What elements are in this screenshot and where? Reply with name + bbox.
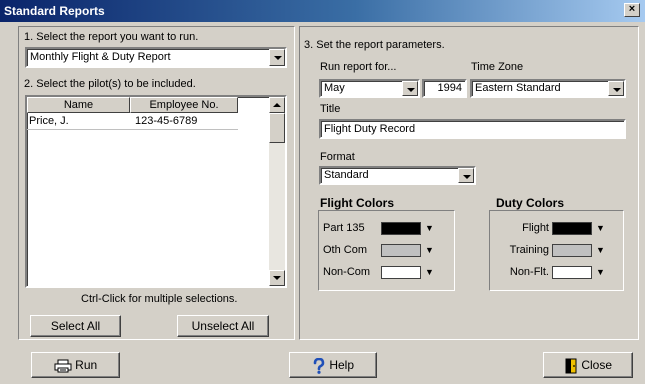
chevron-down-icon[interactable]: ▼: [596, 223, 605, 233]
close-icon[interactable]: ×: [624, 3, 640, 17]
year-value: 1994: [437, 82, 462, 94]
duty-colors-group: Flight ▼ Training ▼ Non-Flt. ▼: [489, 210, 624, 291]
report-select-value: Monthly Flight & Duty Report: [30, 51, 171, 63]
duty-color-row-training[interactable]: Training ▼: [490, 242, 623, 260]
run-button[interactable]: Run: [31, 352, 120, 378]
unselect-all-button[interactable]: Unselect All: [177, 315, 269, 337]
color-swatch[interactable]: [552, 266, 592, 279]
month-value: May: [324, 82, 345, 94]
chevron-down-icon[interactable]: [269, 49, 285, 66]
duty-colors-heading: Duty Colors: [496, 196, 565, 210]
pilot-name-cell: Price, J.: [29, 115, 69, 127]
flight-colors-group: Part 135 ▼ Oth Com ▼ Non-Com ▼: [318, 210, 455, 291]
chevron-down-icon[interactable]: [402, 81, 418, 96]
color-swatch[interactable]: [381, 244, 421, 257]
duty-color-row-flight[interactable]: Flight ▼: [490, 220, 623, 238]
flight-colors-heading: Flight Colors: [320, 196, 394, 210]
help-button[interactable]: Help: [289, 352, 377, 378]
close-button[interactable]: Close: [543, 352, 633, 378]
flight-color-label: Oth Com: [323, 244, 368, 256]
duty-color-row-non-flt[interactable]: Non-Flt. ▼: [490, 264, 623, 282]
flight-color-label: Non-Com: [323, 266, 371, 278]
footer-bar: Run Help Close: [0, 344, 645, 384]
time-zone-label: Time Zone: [471, 61, 524, 73]
time-zone-value: Eastern Standard: [475, 82, 561, 94]
step1-label: 1. Select the report you want to run.: [24, 31, 199, 43]
printer-icon: [54, 359, 72, 373]
window-title: Standard Reports: [4, 4, 105, 18]
pilot-list-scrollbar[interactable]: [269, 97, 285, 286]
column-header-name[interactable]: Name: [27, 97, 130, 113]
chevron-down-icon[interactable]: ▼: [425, 223, 434, 233]
row-divider: [27, 129, 238, 130]
scroll-up-icon[interactable]: [269, 97, 285, 113]
chevron-down-icon[interactable]: ▼: [425, 245, 434, 255]
run-report-for-label: Run report for...: [320, 61, 397, 73]
scroll-thumb[interactable]: [269, 113, 285, 143]
duty-color-label: Non-Flt.: [509, 266, 549, 278]
format-select[interactable]: Standard: [319, 166, 476, 185]
chevron-down-icon[interactable]: ▼: [596, 245, 605, 255]
flight-color-label: Part 135: [323, 222, 365, 234]
chevron-down-icon[interactable]: ▼: [596, 267, 605, 277]
month-select[interactable]: May: [319, 79, 420, 98]
flight-color-row-oth-com[interactable]: Oth Com ▼: [319, 242, 454, 260]
format-label: Format: [320, 151, 355, 163]
run-label: Run: [75, 358, 98, 372]
title-label: Title: [320, 103, 341, 115]
right-panel: 3. Set the report parameters. Run report…: [299, 26, 639, 340]
duty-color-label: Flight: [522, 222, 549, 234]
color-swatch[interactable]: [381, 266, 421, 279]
title-field[interactable]: Flight Duty Record: [319, 119, 626, 139]
chevron-down-icon[interactable]: ▼: [425, 267, 434, 277]
time-zone-select[interactable]: Eastern Standard: [470, 79, 626, 98]
color-swatch[interactable]: [381, 222, 421, 235]
door-exit-icon: [565, 358, 577, 374]
employee-no-cell: 123-45-6789: [135, 115, 198, 127]
flight-color-row-non-com[interactable]: Non-Com ▼: [319, 264, 454, 282]
help-label: Help: [329, 358, 355, 372]
format-value: Standard: [324, 169, 369, 181]
window-title-bar: Standard Reports ×: [0, 0, 645, 22]
chevron-down-icon[interactable]: [458, 168, 474, 183]
color-swatch[interactable]: [552, 222, 592, 235]
left-panel: 1. Select the report you want to run. Mo…: [18, 26, 295, 340]
duty-color-label: Training: [509, 244, 549, 256]
color-swatch[interactable]: [552, 244, 592, 257]
close-label: Close: [581, 358, 613, 372]
step3-label: 3. Set the report parameters.: [304, 39, 445, 51]
year-field[interactable]: 1994: [422, 79, 467, 98]
chevron-down-icon[interactable]: [608, 81, 624, 96]
column-header-employee-no[interactable]: Employee No.: [130, 97, 238, 113]
select-all-button[interactable]: Select All: [30, 315, 121, 337]
question-mark-icon: [313, 357, 325, 374]
pilot-list[interactable]: Name Employee No. Price, J. 123-45-6789: [25, 95, 287, 288]
scroll-down-icon[interactable]: [269, 270, 285, 286]
step2-label: 2. Select the pilot(s) to be included.: [24, 78, 196, 90]
flight-color-row-part135[interactable]: Part 135 ▼: [319, 220, 454, 238]
report-select[interactable]: Monthly Flight & Duty Report: [25, 47, 287, 68]
multi-select-hint: Ctrl-Click for multiple selections.: [81, 293, 238, 305]
title-value: Flight Duty Record: [324, 123, 416, 135]
table-row[interactable]: Price, J. 123-45-6789: [27, 113, 238, 129]
